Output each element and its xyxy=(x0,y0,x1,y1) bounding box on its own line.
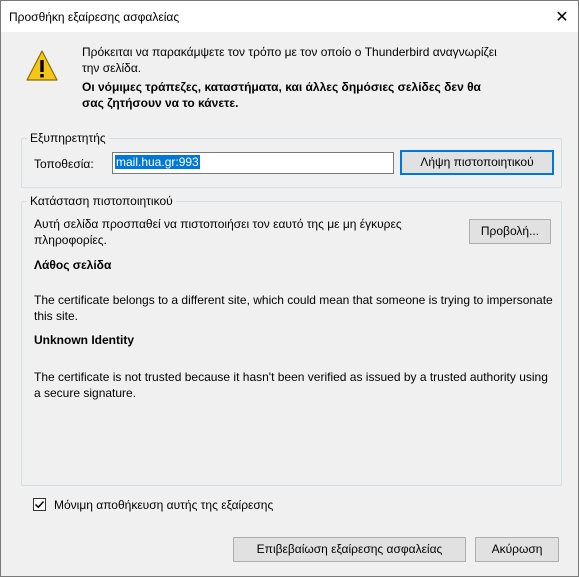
location-value: mail.hua.gr:993 xyxy=(115,155,200,169)
permanent-exception-label[interactable]: Μόνιμη αποθήκευση αυτής της εξαίρεσης xyxy=(54,498,273,512)
view-certificate-button[interactable]: Προβολή... xyxy=(469,219,551,244)
certificate-description: Αυτή σελίδα προσπαθεί να πιστοποιήσει το… xyxy=(34,217,402,247)
window-title: Προσθήκη εξαίρεσης ασφαλείας xyxy=(9,10,180,24)
checkmark-icon xyxy=(34,500,45,509)
confirm-exception-button[interactable]: Επιβεβαίωση εξαίρεσης ασφαλείας xyxy=(233,537,466,562)
get-certificate-button[interactable]: Λήψη πιστοποιητικού xyxy=(400,150,554,175)
warning-bold-text: Οι νόμιμες τράπεζες, καταστήματα, και άλ… xyxy=(82,80,481,110)
server-group-label: Εξυπηρετητής xyxy=(27,131,109,145)
warning-triangle-icon xyxy=(26,49,58,83)
location-label: Τοποθεσία: xyxy=(34,157,94,171)
unknown-identity-text: The certificate is not trusted because i… xyxy=(34,370,548,400)
warning-intro-text: Πρόκειται να παρακάμψετε τον τρόπο με το… xyxy=(82,45,497,75)
permanent-exception-checkbox[interactable] xyxy=(33,498,46,511)
location-input[interactable]: mail.hua.gr:993 xyxy=(112,152,394,174)
title-bar: Προσθήκη εξαίρεσης ασφαλείας ✕ xyxy=(1,1,578,32)
wrong-site-text: The certificate belongs to a different s… xyxy=(34,293,553,323)
unknown-identity-title: Unknown Identity xyxy=(34,333,134,347)
wrong-site-title: Λάθος σελίδα xyxy=(34,258,112,272)
close-icon[interactable]: ✕ xyxy=(546,1,578,32)
cancel-button[interactable]: Ακύρωση xyxy=(475,537,559,562)
security-exception-dialog: Προσθήκη εξαίρεσης ασφαλείας ✕ Πρόκειται… xyxy=(0,0,579,577)
certificate-status-label: Κατάσταση πιστοποιητικού xyxy=(27,194,176,208)
